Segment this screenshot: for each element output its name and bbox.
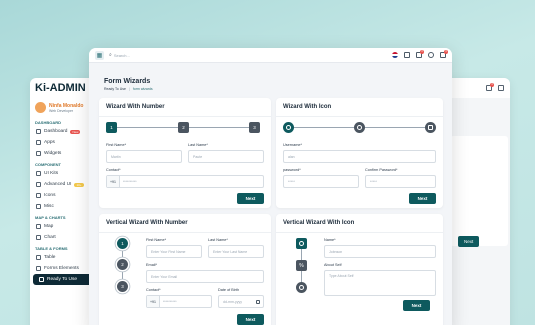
cart-icon[interactable]: 3 — [416, 50, 424, 58]
last-name-field[interactable]: Paute — [188, 150, 264, 163]
map-icon — [36, 224, 41, 229]
first-name-label: First Name* — [106, 143, 127, 147]
advanced-ui-icon — [36, 182, 41, 187]
contact-label: Contact* — [146, 288, 161, 292]
vertical-wizard-number-card: Vertical Wizard With Number 1 2 3 First … — [99, 214, 271, 325]
calendar-icon[interactable] — [256, 299, 260, 304]
apps-icon[interactable] — [404, 52, 410, 58]
user-role: Web Developer — [49, 108, 74, 113]
vstep-1[interactable]: 1 — [117, 238, 128, 249]
password-field[interactable]: ***** — [283, 175, 359, 188]
dob-field[interactable]: dd-mm-yyyy — [218, 295, 264, 308]
next-button[interactable]: Next — [237, 193, 264, 204]
bell-icon[interactable]: 4 — [440, 50, 448, 58]
confirm-password-label: Confirm Password* — [365, 168, 398, 172]
apps-icon — [36, 140, 41, 145]
card-title: Vertical Wizard With Icon — [276, 214, 443, 233]
topbar: ▦ ⌕ Search... 3 4 — [89, 48, 452, 63]
search-bar[interactable]: ⌕ Search... — [109, 52, 387, 58]
step-3[interactable]: 3 — [249, 122, 260, 133]
card-title: Wizard With Icon — [276, 98, 443, 117]
step-2[interactable]: 2 — [178, 122, 189, 133]
ready-icon — [39, 277, 44, 282]
next-button[interactable]: Next — [409, 193, 436, 204]
vstep-2[interactable]: 2 — [117, 259, 128, 270]
password-label: password* — [283, 168, 301, 172]
confirm-password-field[interactable]: ***** — [365, 175, 436, 188]
country-code[interactable]: +91 — [147, 296, 160, 307]
table-icon — [36, 255, 41, 260]
about-textarea[interactable]: Type About Self — [324, 270, 436, 296]
last-name-label: Last Name* — [208, 238, 228, 242]
users-icon — [299, 241, 304, 246]
dob-label: Date of Birth — [218, 288, 240, 292]
last-name-label: Last Name* — [188, 143, 208, 147]
vertical-wizard-icon-card: Vertical Wizard With Icon % Name* Jobnso… — [276, 214, 443, 325]
finish-icon — [428, 125, 433, 130]
next-button[interactable]: Next — [237, 314, 264, 325]
step-user[interactable] — [283, 122, 294, 133]
first-name-field[interactable]: Martin — [106, 150, 182, 163]
contact-label: Contact* — [106, 168, 121, 172]
contact-field[interactable]: +91 ********** — [146, 295, 212, 308]
chart-icon — [36, 235, 41, 240]
home-icon — [36, 129, 41, 134]
back-next-button[interactable]: Next — [458, 236, 480, 247]
forms-icon — [36, 266, 41, 271]
wizard-number-card: Wizard With Number 1 2 3 First Name* Mar… — [99, 98, 271, 208]
last-name-field[interactable]: Enter Your Last Name — [208, 245, 264, 258]
step-settings[interactable] — [354, 122, 365, 133]
icons-icon — [36, 193, 41, 198]
back-card — [450, 136, 508, 246]
menu-grid-icon[interactable]: ▦ — [95, 50, 104, 60]
name-label: Name* — [324, 238, 336, 242]
brand-text: Ki-ADMIN — [35, 82, 86, 94]
first-name-label: First Name* — [146, 238, 167, 242]
cart-icon[interactable]: 4 — [486, 83, 494, 91]
page-title: Form Wizards — [104, 78, 151, 85]
name-field[interactable]: Jobnson — [324, 245, 436, 258]
user-name: Ninfa Monaldo — [49, 102, 84, 109]
count-badge: 10+ — [74, 182, 84, 187]
search-icon: ⌕ — [109, 52, 112, 58]
vstep-3[interactable]: 3 — [117, 281, 128, 292]
settings-icon — [357, 125, 362, 130]
main-window: ▦ ⌕ Search... 3 4 Form Wizards Ready To … — [89, 48, 452, 325]
step-1[interactable]: 1 — [106, 122, 117, 133]
user-icon — [286, 125, 291, 130]
email-field[interactable]: Enter Your Email — [146, 270, 264, 283]
contact-field[interactable]: +91 ********** — [106, 175, 264, 188]
sidebar-item-ready-to-use[interactable]: Ready To Use — [33, 274, 97, 285]
card-title: Vertical Wizard With Number — [99, 214, 271, 233]
step-finish[interactable] — [425, 122, 436, 133]
email-label: Email* — [146, 263, 157, 267]
first-name-field[interactable]: Enter Your First Name — [146, 245, 202, 258]
next-button[interactable]: Next — [403, 300, 430, 311]
misc-icon — [36, 204, 41, 209]
username-field[interactable]: alan — [283, 150, 436, 163]
breadcrumb-ready[interactable]: Ready To Use — [104, 87, 126, 91]
widgets-icon — [36, 151, 41, 156]
vstep-percent[interactable]: % — [296, 260, 307, 271]
breadcrumb-current: form wizards — [132, 87, 153, 91]
wizard-icon-card: Wizard With Icon Username* alan password… — [276, 98, 443, 208]
ui-kits-icon — [36, 171, 41, 176]
country-code[interactable]: +91 — [107, 176, 120, 187]
username-label: Username* — [283, 143, 302, 147]
bell-icon[interactable] — [498, 85, 504, 91]
flag-icon[interactable] — [392, 52, 398, 58]
avatar — [35, 102, 46, 113]
moon-icon[interactable] — [428, 52, 434, 58]
new-badge: New — [70, 129, 81, 134]
search-input[interactable]: Search... — [114, 53, 130, 58]
vstep-user[interactable] — [296, 238, 307, 249]
breadcrumb: Ready To Use | form wizards — [104, 87, 153, 91]
about-label: About Self — [324, 263, 342, 267]
settings-icon — [299, 285, 304, 290]
percent-icon: % — [299, 262, 304, 269]
vstep-settings[interactable] — [296, 282, 307, 293]
card-title: Wizard With Number — [99, 98, 271, 117]
